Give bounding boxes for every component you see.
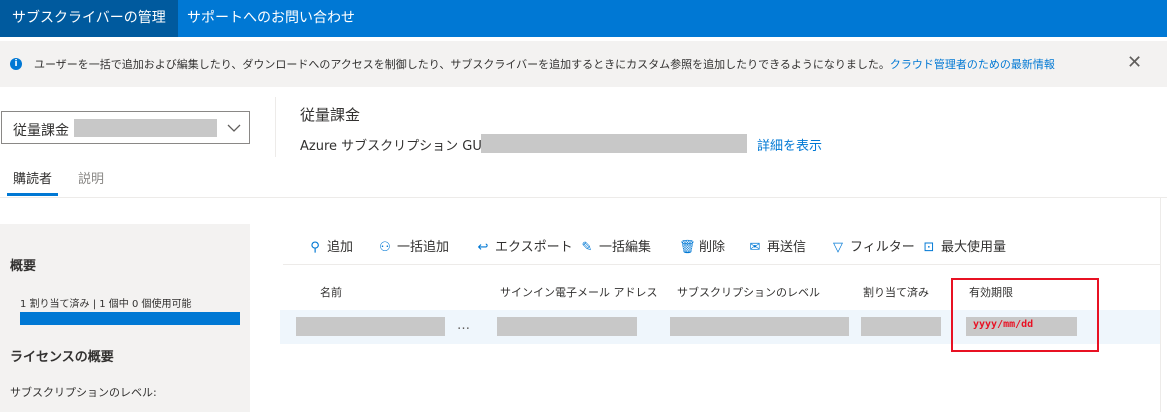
tab-contact-support[interactable]: サポートへのお問い合わせ: [175, 0, 367, 37]
expiration-highlight-box: [951, 278, 1099, 352]
add-button[interactable]: ⚲ 追加: [307, 236, 353, 256]
overview-heading: 概要: [10, 259, 37, 274]
filter-icon: ▽: [833, 240, 843, 255]
close-icon[interactable]: ✕: [1127, 54, 1142, 72]
column-header-assigned[interactable]: 割り当て済み: [863, 284, 929, 300]
bulk-add-button[interactable]: ⚇ 一括追加: [377, 236, 449, 256]
filter-button[interactable]: ▽ フィルター: [830, 236, 915, 256]
usage-progress-fill: [20, 312, 240, 325]
redacted-level-cell: [670, 317, 849, 336]
chevron-down-icon: [227, 124, 241, 132]
bulk-edit-label: 一括編集: [599, 240, 652, 255]
active-tab-indicator: [7, 193, 58, 196]
column-header-name[interactable]: 名前: [320, 284, 342, 300]
subscription-level-label: サブスクリプションのレベル:: [10, 386, 157, 399]
tabs-divider: [0, 197, 1167, 198]
chart-icon: ⊡: [923, 240, 935, 255]
page-title: 従量課金: [300, 106, 361, 124]
add-person-icon: ⚲: [310, 240, 320, 255]
overview-sidebar: 概要 1 割り当て済み | 1 個中 0 個使用可能 ライセンスの概要 サブスク…: [0, 224, 250, 412]
redacted-guid: [481, 134, 747, 153]
toolbar-divider: [283, 264, 1160, 265]
bulk-add-icon: ⚇: [379, 240, 391, 255]
delete-button[interactable]: 🗑 削除: [679, 236, 725, 256]
redacted-subscription-name: [74, 119, 217, 137]
max-usage-label: 最大使用量: [941, 240, 1007, 255]
export-label: エクスポート: [495, 240, 573, 255]
tab-manage-subscribers[interactable]: サブスクライバーの管理: [0, 0, 178, 37]
bulk-edit-icon: ✎: [581, 240, 593, 255]
info-icon: i: [10, 58, 22, 70]
export-icon: ↩: [477, 240, 489, 255]
notice-message: ユーザーを一括で追加および編集したり、ダウンロードへのアクセスを制御したり、サブ…: [34, 56, 1055, 72]
usage-summary: 1 割り当て済み | 1 個中 0 個使用可能: [20, 299, 192, 310]
subscription-dropdown-label: 従量課金: [13, 123, 69, 139]
resend-button[interactable]: ✉ 再送信: [747, 236, 806, 256]
bulk-edit-button[interactable]: ✎ 一括編集: [579, 236, 651, 256]
license-overview-heading: ライセンスの概要: [10, 350, 114, 365]
column-header-level[interactable]: サブスクリプションのレベル: [677, 284, 820, 300]
delete-label: 削除: [699, 240, 726, 255]
top-nav-bar: サブスクライバーの管理 サポートへのお問い合わせ: [0, 0, 1167, 37]
export-button[interactable]: ↩ エクスポート: [475, 236, 573, 256]
notice-text: ユーザーを一括で追加および編集したり、ダウンロードへのアクセスを制御したり、サブ…: [34, 58, 890, 71]
redacted-email-cell: [497, 317, 637, 336]
notice-link-whats-new[interactable]: クラウド管理者のための最新情報: [890, 58, 1055, 71]
redacted-assigned-cell: [861, 317, 941, 336]
delete-icon: 🗑: [679, 240, 696, 255]
add-label: 追加: [327, 240, 354, 255]
show-details-link[interactable]: 詳細を表示: [757, 135, 822, 154]
usage-progress-bar: [20, 312, 240, 325]
filter-label: フィルター: [850, 240, 915, 255]
mail-icon: ✉: [749, 240, 761, 255]
content-right-border: [1160, 197, 1161, 412]
resend-label: 再送信: [767, 240, 807, 255]
tab-description[interactable]: 説明: [78, 168, 104, 187]
redacted-name-cell: [296, 317, 445, 336]
subscription-dropdown[interactable]: 従量課金: [1, 111, 250, 144]
guid-label: Azure サブスクリプション GUID:: [300, 139, 501, 154]
header-divider: [275, 97, 276, 157]
more-options-icon[interactable]: …: [457, 318, 470, 333]
max-usage-button[interactable]: ⊡ 最大使用量: [921, 236, 1006, 256]
column-header-email[interactable]: サインイン電子メール アドレス: [500, 284, 658, 300]
tab-subscribers[interactable]: 購読者: [13, 168, 52, 187]
bulk-add-label: 一括追加: [397, 240, 450, 255]
info-notice-bar: i ユーザーを一括で追加および編集したり、ダウンロードへのアクセスを制御したり、…: [0, 41, 1167, 87]
